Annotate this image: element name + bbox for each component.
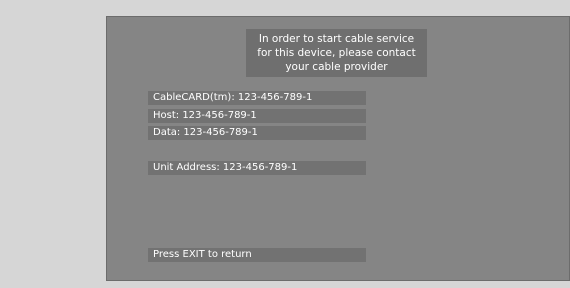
host-id-field: Host: 123-456-789-1 (148, 109, 366, 123)
data-id-field: Data: 123-456-789-1 (148, 126, 366, 140)
service-notice-box: In order to start cable service for this… (246, 29, 427, 77)
notice-line-3: your cable provider (285, 61, 388, 73)
unit-address-field: Unit Address: 123-456-789-1 (148, 161, 366, 175)
cablecard-id-field: CableCARD(tm): 123-456-789-1 (148, 91, 366, 105)
cablecard-info-screen: In order to start cable service for this… (106, 16, 570, 281)
notice-line-1: In order to start cable service (258, 33, 415, 45)
notice-line-2: for this device, please contact (257, 47, 416, 59)
exit-prompt: Press EXIT to return (148, 248, 366, 262)
